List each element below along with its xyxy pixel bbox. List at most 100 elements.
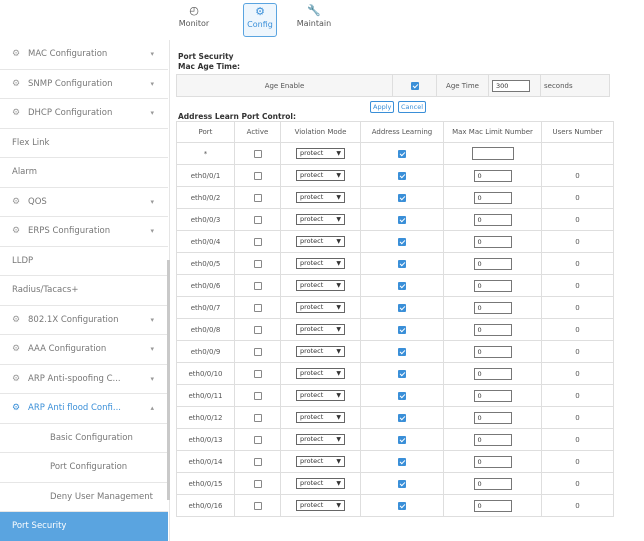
violation-mode-select[interactable]: protect ▼	[296, 368, 345, 379]
sidebar-item-label: DHCP Configuration	[28, 108, 113, 118]
top-navigation-bar: ◴ Monitor ⚙ Config 🔧 Maintain	[0, 0, 644, 40]
max-mac-input[interactable]: 0	[473, 235, 512, 248]
topnav-maintain[interactable]: 🔧 Maintain	[290, 3, 338, 37]
active-checkbox[interactable]	[253, 215, 262, 224]
active-checkbox[interactable]	[253, 237, 262, 246]
sidebar-item-port-security[interactable]: Port Security	[0, 512, 168, 541]
sidebar-item-arp-anti-spoofing-c[interactable]: ⚙ ARP Anti-spoofing C... ▾	[0, 365, 168, 394]
violation-mode-select[interactable]: protect ▼	[296, 236, 345, 247]
max-mac-input[interactable]: 0	[473, 323, 512, 336]
address-learning-checkbox[interactable]	[398, 193, 406, 202]
violation-mode-select[interactable]: protect ▼	[296, 302, 345, 313]
violation-mode-select[interactable]: protect ▼	[296, 148, 345, 159]
active-checkbox[interactable]	[253, 259, 262, 268]
max-mac-input[interactable]: 0	[473, 191, 512, 204]
max-mac-input[interactable]: 0	[473, 257, 512, 270]
address-learning-checkbox[interactable]	[398, 149, 406, 158]
active-checkbox[interactable]	[253, 369, 262, 378]
age-time-input[interactable]: 300	[492, 79, 530, 92]
sidebar-item-802-1x-configuration[interactable]: ⚙ 802.1X Configuration ▾	[0, 306, 168, 335]
violation-mode-select[interactable]: protect ▼	[296, 192, 345, 203]
address-learning-checkbox[interactable]	[398, 215, 406, 224]
active-checkbox[interactable]	[253, 193, 262, 202]
address-learning-checkbox[interactable]	[398, 501, 406, 510]
sidebar: ⚙ MAC Configuration ▾ ⚙ SNMP Configuration ▾ ⚙…	[0, 40, 170, 541]
address-learning-checkbox[interactable]	[398, 347, 406, 356]
age-enable-checkbox[interactable]	[410, 81, 419, 90]
max-mac-input[interactable]: 0	[473, 477, 512, 490]
active-checkbox[interactable]	[253, 281, 262, 290]
sidebar-item-dhcp-configuration[interactable]: ⚙ DHCP Configuration ▾	[0, 99, 168, 129]
sidebar-item-erps-configuration[interactable]: ⚙ ERPS Configuration ▾	[0, 217, 168, 247]
violation-mode-select[interactable]: protect ▼	[296, 390, 345, 401]
chevron-up-icon: ▴	[150, 404, 154, 412]
sidebar-item-snmp-configuration[interactable]: ⚙ SNMP Configuration ▾	[0, 70, 168, 99]
violation-mode-select[interactable]: protect ▼	[296, 478, 345, 489]
address-learning-checkbox[interactable]	[398, 303, 406, 312]
active-checkbox[interactable]	[253, 435, 262, 444]
active-checkbox[interactable]	[253, 347, 262, 356]
violation-mode-select[interactable]: protect ▼	[296, 170, 345, 181]
active-checkbox[interactable]	[253, 303, 262, 312]
violation-mode-cell: protect ▼	[280, 208, 361, 231]
sidebar-scrollbar[interactable]	[167, 260, 170, 500]
sidebar-item-aaa-configuration[interactable]: ⚙ AAA Configuration ▾	[0, 335, 168, 365]
violation-mode-select[interactable]: protect ▼	[296, 258, 345, 269]
address-learning-checkbox[interactable]	[398, 325, 406, 334]
violation-mode-select[interactable]: protect ▼	[296, 346, 345, 357]
max-mac-input[interactable]: 0	[473, 433, 512, 446]
violation-mode-select[interactable]: protect ▼	[296, 500, 345, 511]
max-mac-input[interactable]: 0	[473, 169, 512, 182]
address-learning-checkbox[interactable]	[398, 435, 406, 444]
active-checkbox[interactable]	[253, 171, 262, 180]
violation-mode-select[interactable]: protect ▼	[296, 280, 345, 291]
address-learning-checkbox[interactable]	[398, 413, 406, 422]
max-mac-input[interactable]: 0	[473, 301, 512, 314]
active-checkbox[interactable]	[253, 413, 262, 422]
max-mac-input[interactable]: 0	[473, 213, 512, 226]
max-mac-input[interactable]: 0	[473, 499, 512, 512]
violation-mode-select[interactable]: protect ▼	[296, 214, 345, 225]
topnav-monitor[interactable]: ◴ Monitor	[170, 3, 218, 37]
address-learning-checkbox[interactable]	[398, 281, 406, 290]
address-learning-checkbox[interactable]	[398, 171, 406, 180]
sidebar-item-alarm[interactable]: Alarm	[0, 158, 168, 188]
violation-mode-select[interactable]: protect ▼	[296, 434, 345, 445]
address-learning-checkbox[interactable]	[398, 369, 406, 378]
cancel-button[interactable]: Cancel	[398, 101, 427, 113]
sidebar-item-mac-configuration[interactable]: ⚙ MAC Configuration ▾	[0, 40, 168, 70]
active-checkbox[interactable]	[253, 149, 262, 158]
max-mac-input[interactable]: 0	[473, 455, 512, 468]
max-mac-input[interactable]: 0	[473, 367, 512, 380]
address-learning-checkbox[interactable]	[398, 259, 406, 268]
sidebar-item-deny-user-management[interactable]: Deny User Management	[0, 483, 168, 512]
sidebar-item-lldp[interactable]: LLDP	[0, 247, 168, 276]
topnav-config[interactable]: ⚙ Config	[243, 3, 277, 37]
address-learning-checkbox[interactable]	[398, 479, 406, 488]
active-checkbox[interactable]	[253, 479, 262, 488]
violation-mode-select[interactable]: protect ▼	[296, 324, 345, 335]
max-mac-input[interactable]: 0	[473, 279, 512, 292]
active-checkbox[interactable]	[253, 457, 262, 466]
address-learning-checkbox[interactable]	[398, 391, 406, 400]
max-mac-input[interactable]: 0	[473, 345, 512, 358]
violation-mode-select[interactable]: protect ▼	[296, 456, 345, 467]
sidebar-item-arp-anti-flood-confi[interactable]: ⚙ ARP Anti flood Confi... ▴	[0, 394, 168, 424]
max-mac-input[interactable]: 0	[473, 389, 512, 402]
apply-button[interactable]: Apply	[370, 101, 395, 113]
address-learn-title: Address Learn Port Control:	[178, 112, 296, 121]
max-mac-input[interactable]: 0	[473, 411, 512, 424]
max-mac-input[interactable]	[471, 147, 514, 160]
sidebar-item-radius-tacacs[interactable]: Radius/Tacacs+	[0, 276, 168, 306]
sidebar-item-flex-link[interactable]: Flex Link	[0, 129, 168, 158]
sidebar-item-qos[interactable]: ⚙ QOS ▾	[0, 188, 168, 217]
sidebar-item-port-configuration[interactable]: Port Configuration	[0, 453, 168, 483]
active-checkbox[interactable]	[253, 391, 262, 400]
active-checkbox[interactable]	[253, 501, 262, 510]
active-checkbox[interactable]	[253, 325, 262, 334]
gear-icon: ⚙	[12, 344, 21, 354]
address-learning-checkbox[interactable]	[398, 237, 406, 246]
sidebar-item-basic-configuration[interactable]: Basic Configuration	[0, 424, 168, 453]
violation-mode-select[interactable]: protect ▼	[296, 412, 345, 423]
address-learning-checkbox[interactable]	[398, 457, 406, 466]
